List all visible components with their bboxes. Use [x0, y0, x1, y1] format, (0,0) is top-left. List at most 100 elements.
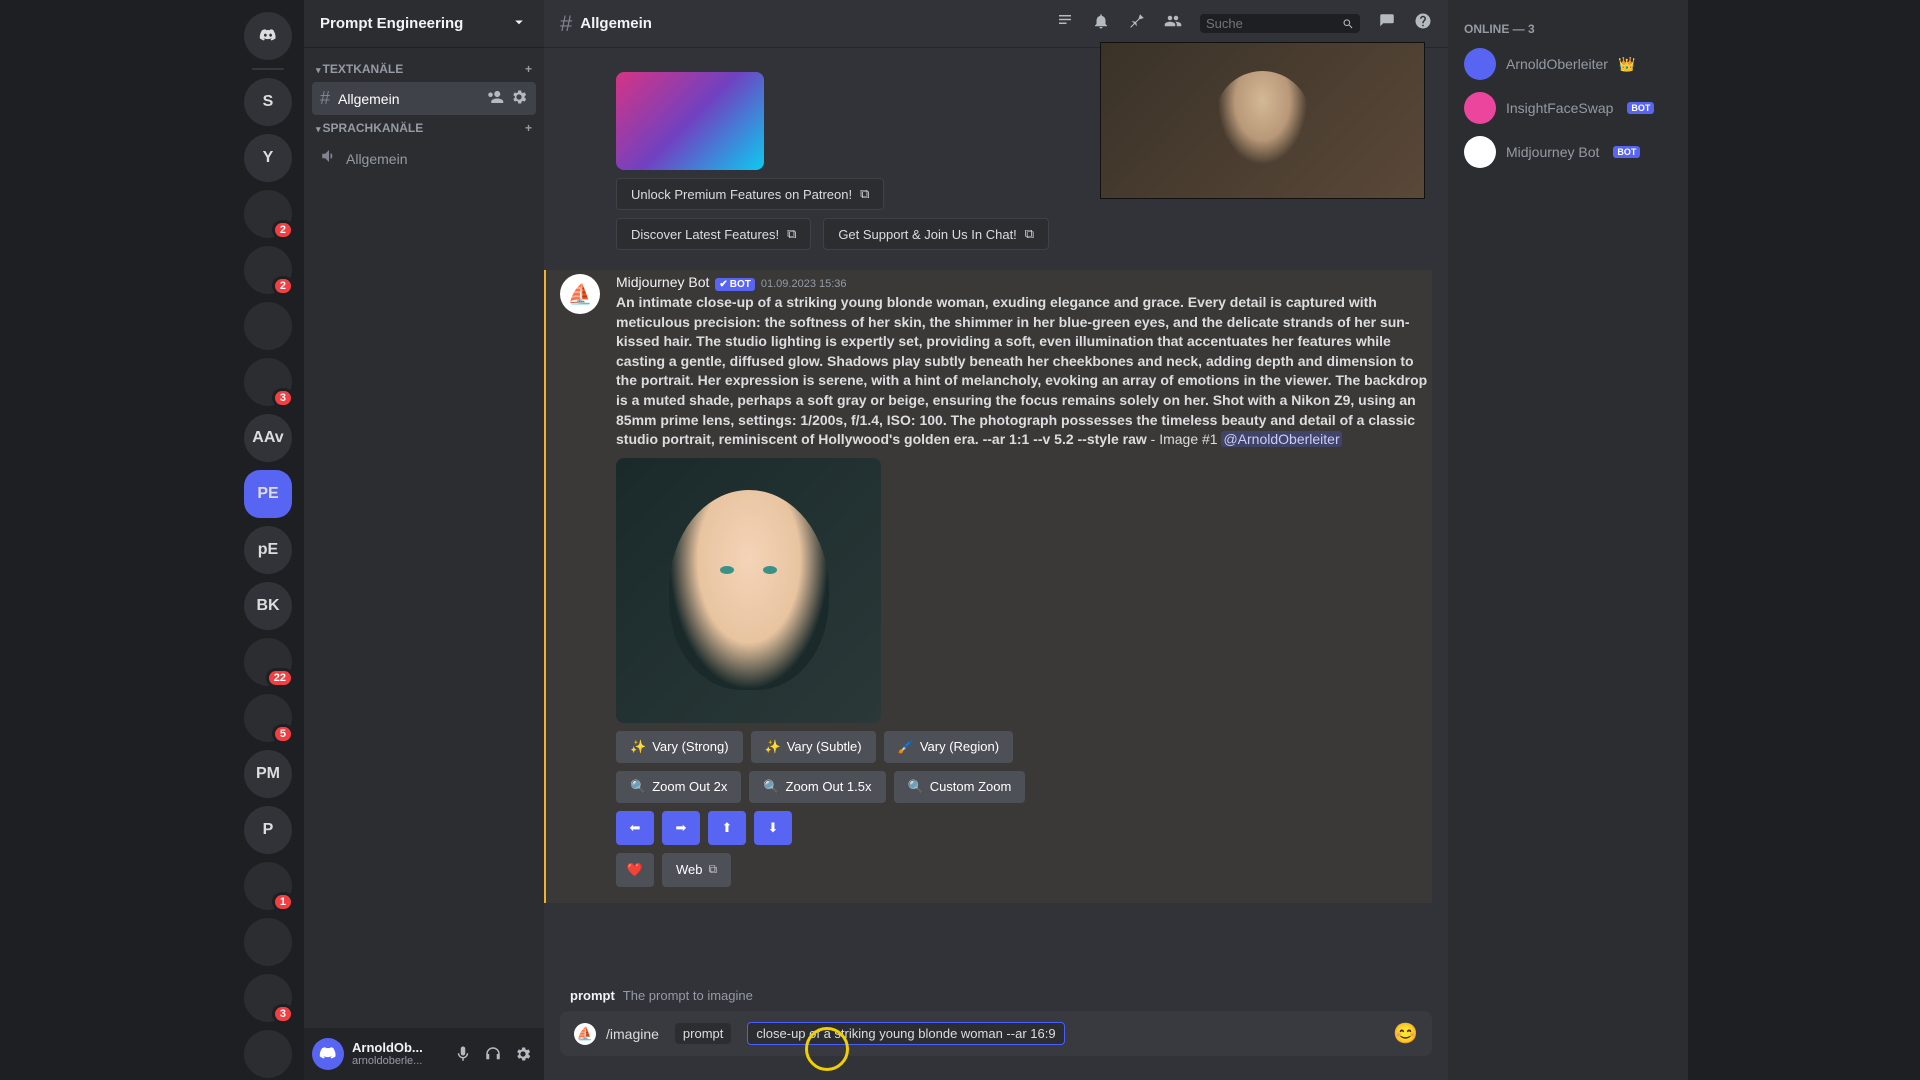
server-item[interactable] — [244, 918, 292, 966]
members-icon[interactable] — [1164, 12, 1182, 35]
external-link-icon: ⧉ — [709, 862, 718, 877]
settings-icon[interactable] — [510, 1041, 536, 1067]
pan-up-button[interactable]: ⬆ — [708, 811, 746, 845]
server-item[interactable]: 2 — [244, 246, 292, 294]
channel-name: Allgemein — [580, 15, 652, 32]
zoom-out-2x-button[interactable]: 🔍 Zoom Out 2x — [616, 771, 741, 803]
home-button[interactable] — [244, 12, 292, 60]
server-item[interactable]: pE — [244, 526, 292, 574]
server-list: S Y 2 2 3 AAv PE pE BK 22 5 PM P 1 3 — [232, 0, 304, 1080]
member-item[interactable]: InsightFaceSwap BOT — [1456, 86, 1680, 130]
user-panel: ArnoldOb... arnoldoberle... — [304, 1028, 544, 1080]
deafen-icon[interactable] — [480, 1041, 506, 1067]
vary-subtle-button[interactable]: ✨ Vary (Subtle) — [751, 731, 876, 763]
discover-link-button[interactable]: Discover Latest Features!⧉ — [616, 218, 811, 250]
gear-icon[interactable] — [510, 88, 528, 109]
author-avatar[interactable]: ⛵ — [560, 274, 600, 314]
server-item[interactable]: AAv — [244, 414, 292, 462]
slash-option-chip: prompt — [675, 1023, 731, 1044]
server-item[interactable]: BK — [244, 582, 292, 630]
user-avatar[interactable] — [312, 1038, 344, 1070]
crown-icon: 👑 — [1618, 56, 1635, 73]
pin-icon[interactable] — [1128, 12, 1146, 35]
member-avatar — [1464, 92, 1496, 124]
server-item-active[interactable]: PE — [244, 470, 292, 518]
server-item[interactable] — [244, 302, 292, 350]
text-channels-header[interactable]: ▾Textkanäle + — [312, 56, 536, 82]
hash-icon: # — [560, 11, 572, 37]
emoji-picker-icon[interactable]: 😊 — [1393, 1021, 1418, 1046]
pan-right-button[interactable]: ➡ — [662, 811, 700, 845]
vary-region-button[interactable]: 🖌️ Vary (Region) — [884, 731, 1013, 763]
slash-command: /imagine — [606, 1026, 659, 1042]
username: ArnoldOb... — [352, 1041, 442, 1055]
server-item[interactable]: 1 — [244, 862, 292, 910]
message: ⛵ Midjourney Bot ✔ BOT 01.09.2023 15:36 … — [544, 270, 1432, 903]
server-item[interactable]: 3 — [244, 974, 292, 1022]
bot-badge: BOT — [1613, 146, 1640, 158]
add-channel-icon[interactable]: + — [525, 121, 532, 135]
vary-strong-button[interactable]: ✨ Vary (Strong) — [616, 731, 743, 763]
invite-icon[interactable] — [486, 88, 504, 109]
inbox-icon[interactable] — [1378, 12, 1396, 35]
server-item[interactable] — [244, 1030, 292, 1078]
voice-channels-header[interactable]: ▾Sprachkanäle + — [312, 115, 536, 141]
notifications-icon[interactable] — [1092, 12, 1110, 35]
member-item[interactable]: ArnoldOberleiter 👑 — [1456, 42, 1680, 86]
voice-channel-item[interactable]: Allgemein — [312, 141, 536, 176]
channel-item-allgemein[interactable]: # Allgemein — [312, 82, 536, 115]
discord-icon — [259, 27, 277, 45]
external-link-icon: ⧉ — [787, 226, 796, 242]
user-tag: arnoldoberle... — [352, 1055, 442, 1067]
external-link-icon: ⧉ — [1025, 226, 1034, 242]
mute-icon[interactable] — [450, 1041, 476, 1067]
author-name[interactable]: Midjourney Bot — [616, 274, 709, 290]
input-area: promptThe prompt to imagine ⛵ /imagine p… — [544, 982, 1448, 1080]
support-link-button[interactable]: Get Support & Join Us In Chat!⧉ — [823, 218, 1049, 250]
server-item[interactable]: S — [244, 78, 292, 126]
search-input[interactable] — [1206, 16, 1336, 31]
pan-down-button[interactable]: ⬇ — [754, 811, 792, 845]
generated-image[interactable] — [616, 458, 881, 723]
hash-icon: # — [320, 88, 330, 109]
server-item[interactable]: 5 — [244, 694, 292, 742]
server-item[interactable]: 22 — [244, 638, 292, 686]
member-item[interactable]: Midjourney Bot BOT — [1456, 130, 1680, 174]
message-content: An intimate close-up of a striking young… — [616, 293, 1432, 450]
web-button[interactable]: Web ⧉ — [662, 853, 731, 887]
members-list: Online — 3 ArnoldOberleiter 👑 InsightFac… — [1448, 0, 1688, 1080]
server-header[interactable]: Prompt Engineering — [304, 0, 544, 48]
prompt-value[interactable]: close-up of a striking young blonde woma… — [747, 1022, 1064, 1045]
help-icon[interactable] — [1414, 12, 1432, 35]
webcam-overlay — [1100, 42, 1425, 199]
server-item[interactable]: P — [244, 806, 292, 854]
chevron-down-icon — [510, 13, 528, 35]
image-attachment[interactable] — [616, 72, 764, 170]
message-input[interactable]: ⛵ /imagine prompt close-up of a striking… — [560, 1011, 1432, 1056]
threads-icon[interactable] — [1056, 12, 1074, 35]
server-item[interactable]: 2 — [244, 190, 292, 238]
member-avatar — [1464, 48, 1496, 80]
bot-badge: BOT — [1627, 102, 1654, 114]
timestamp: 01.09.2023 15:36 — [761, 278, 847, 290]
server-item[interactable]: PM — [244, 750, 292, 798]
server-item[interactable]: Y — [244, 134, 292, 182]
command-app-icon: ⛵ — [574, 1023, 596, 1045]
patreon-link-button[interactable]: Unlock Premium Features on Patreon!⧉ — [616, 178, 884, 210]
pan-left-button[interactable]: ⬅ — [616, 811, 654, 845]
favorite-button[interactable]: ❤️ — [616, 853, 654, 887]
search-icon — [1342, 17, 1354, 31]
server-name: Prompt Engineering — [320, 15, 463, 32]
member-avatar — [1464, 136, 1496, 168]
channel-header: # Allgemein — [544, 0, 1448, 48]
zoom-out-15x-button[interactable]: 🔍 Zoom Out 1.5x — [749, 771, 885, 803]
custom-zoom-button[interactable]: 🔍 Custom Zoom — [894, 771, 1026, 803]
user-mention[interactable]: @ArnoldOberleiter — [1221, 431, 1341, 447]
add-channel-icon[interactable]: + — [525, 62, 532, 76]
search-box[interactable] — [1200, 14, 1360, 33]
external-link-icon: ⧉ — [860, 186, 869, 202]
server-item[interactable]: 3 — [244, 358, 292, 406]
slash-option-hint: promptThe prompt to imagine — [560, 982, 1432, 1011]
channel-sidebar: Prompt Engineering ▾Textkanäle + # Allge… — [304, 0, 544, 1080]
server-divider — [252, 68, 284, 70]
